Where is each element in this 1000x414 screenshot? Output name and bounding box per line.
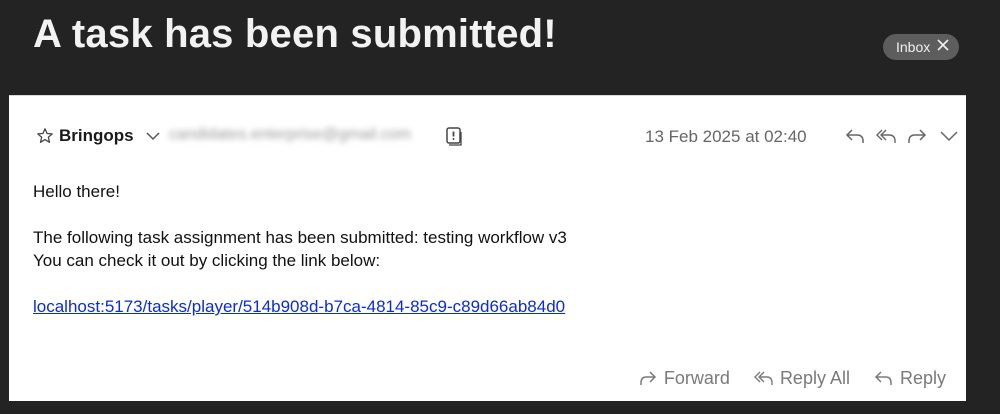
reply-all-icon [753, 371, 773, 385]
sender-name[interactable]: Bringops [59, 126, 134, 146]
body-greeting: Hello there! [33, 182, 120, 201]
mailbox-badge-label: Inbox [896, 39, 931, 55]
chevron-down-icon[interactable] [145, 130, 161, 142]
message-date: 13 Feb 2025 at 02:40 [645, 127, 807, 146]
body-line-1: The following task assignment has been s… [33, 228, 567, 247]
message-meta-row: Bringops candidates.enterprise@gmail.com… [9, 122, 966, 150]
forward-icon[interactable] [906, 126, 928, 146]
reply-label: Reply [899, 367, 946, 388]
forward-label: Forward [663, 367, 730, 388]
star-icon[interactable] [36, 127, 54, 145]
message-header: A task has been submitted! Inbox [0, 0, 1000, 94]
sender-address: candidates.enterprise@gmail.com [169, 126, 412, 143]
reply-all-button[interactable]: Reply All [753, 367, 850, 389]
close-icon[interactable] [937, 39, 949, 55]
reply-icon [874, 371, 892, 385]
reply-all-label: Reply All [779, 367, 850, 388]
body-line-2: You can check it out by clicking the lin… [33, 251, 381, 270]
message-body: Hello there! The following task assignme… [33, 180, 567, 318]
note-icon[interactable] [444, 126, 464, 146]
chevron-down-icon[interactable] [938, 126, 960, 146]
task-link[interactable]: localhost:5173/tasks/player/514b908d-b7c… [33, 297, 565, 316]
reply-icon[interactable] [844, 126, 866, 146]
mailbox-badge[interactable]: Inbox [883, 34, 960, 60]
reply-button[interactable]: Reply [874, 368, 946, 389]
message-footer: Forward Reply All Reply [638, 366, 946, 390]
forward-button[interactable]: Forward [638, 368, 730, 389]
reply-all-icon[interactable] [875, 126, 897, 146]
forward-icon [640, 371, 656, 385]
message-subject: A task has been submitted! [33, 12, 557, 56]
message-card: Bringops candidates.enterprise@gmail.com… [9, 95, 966, 401]
